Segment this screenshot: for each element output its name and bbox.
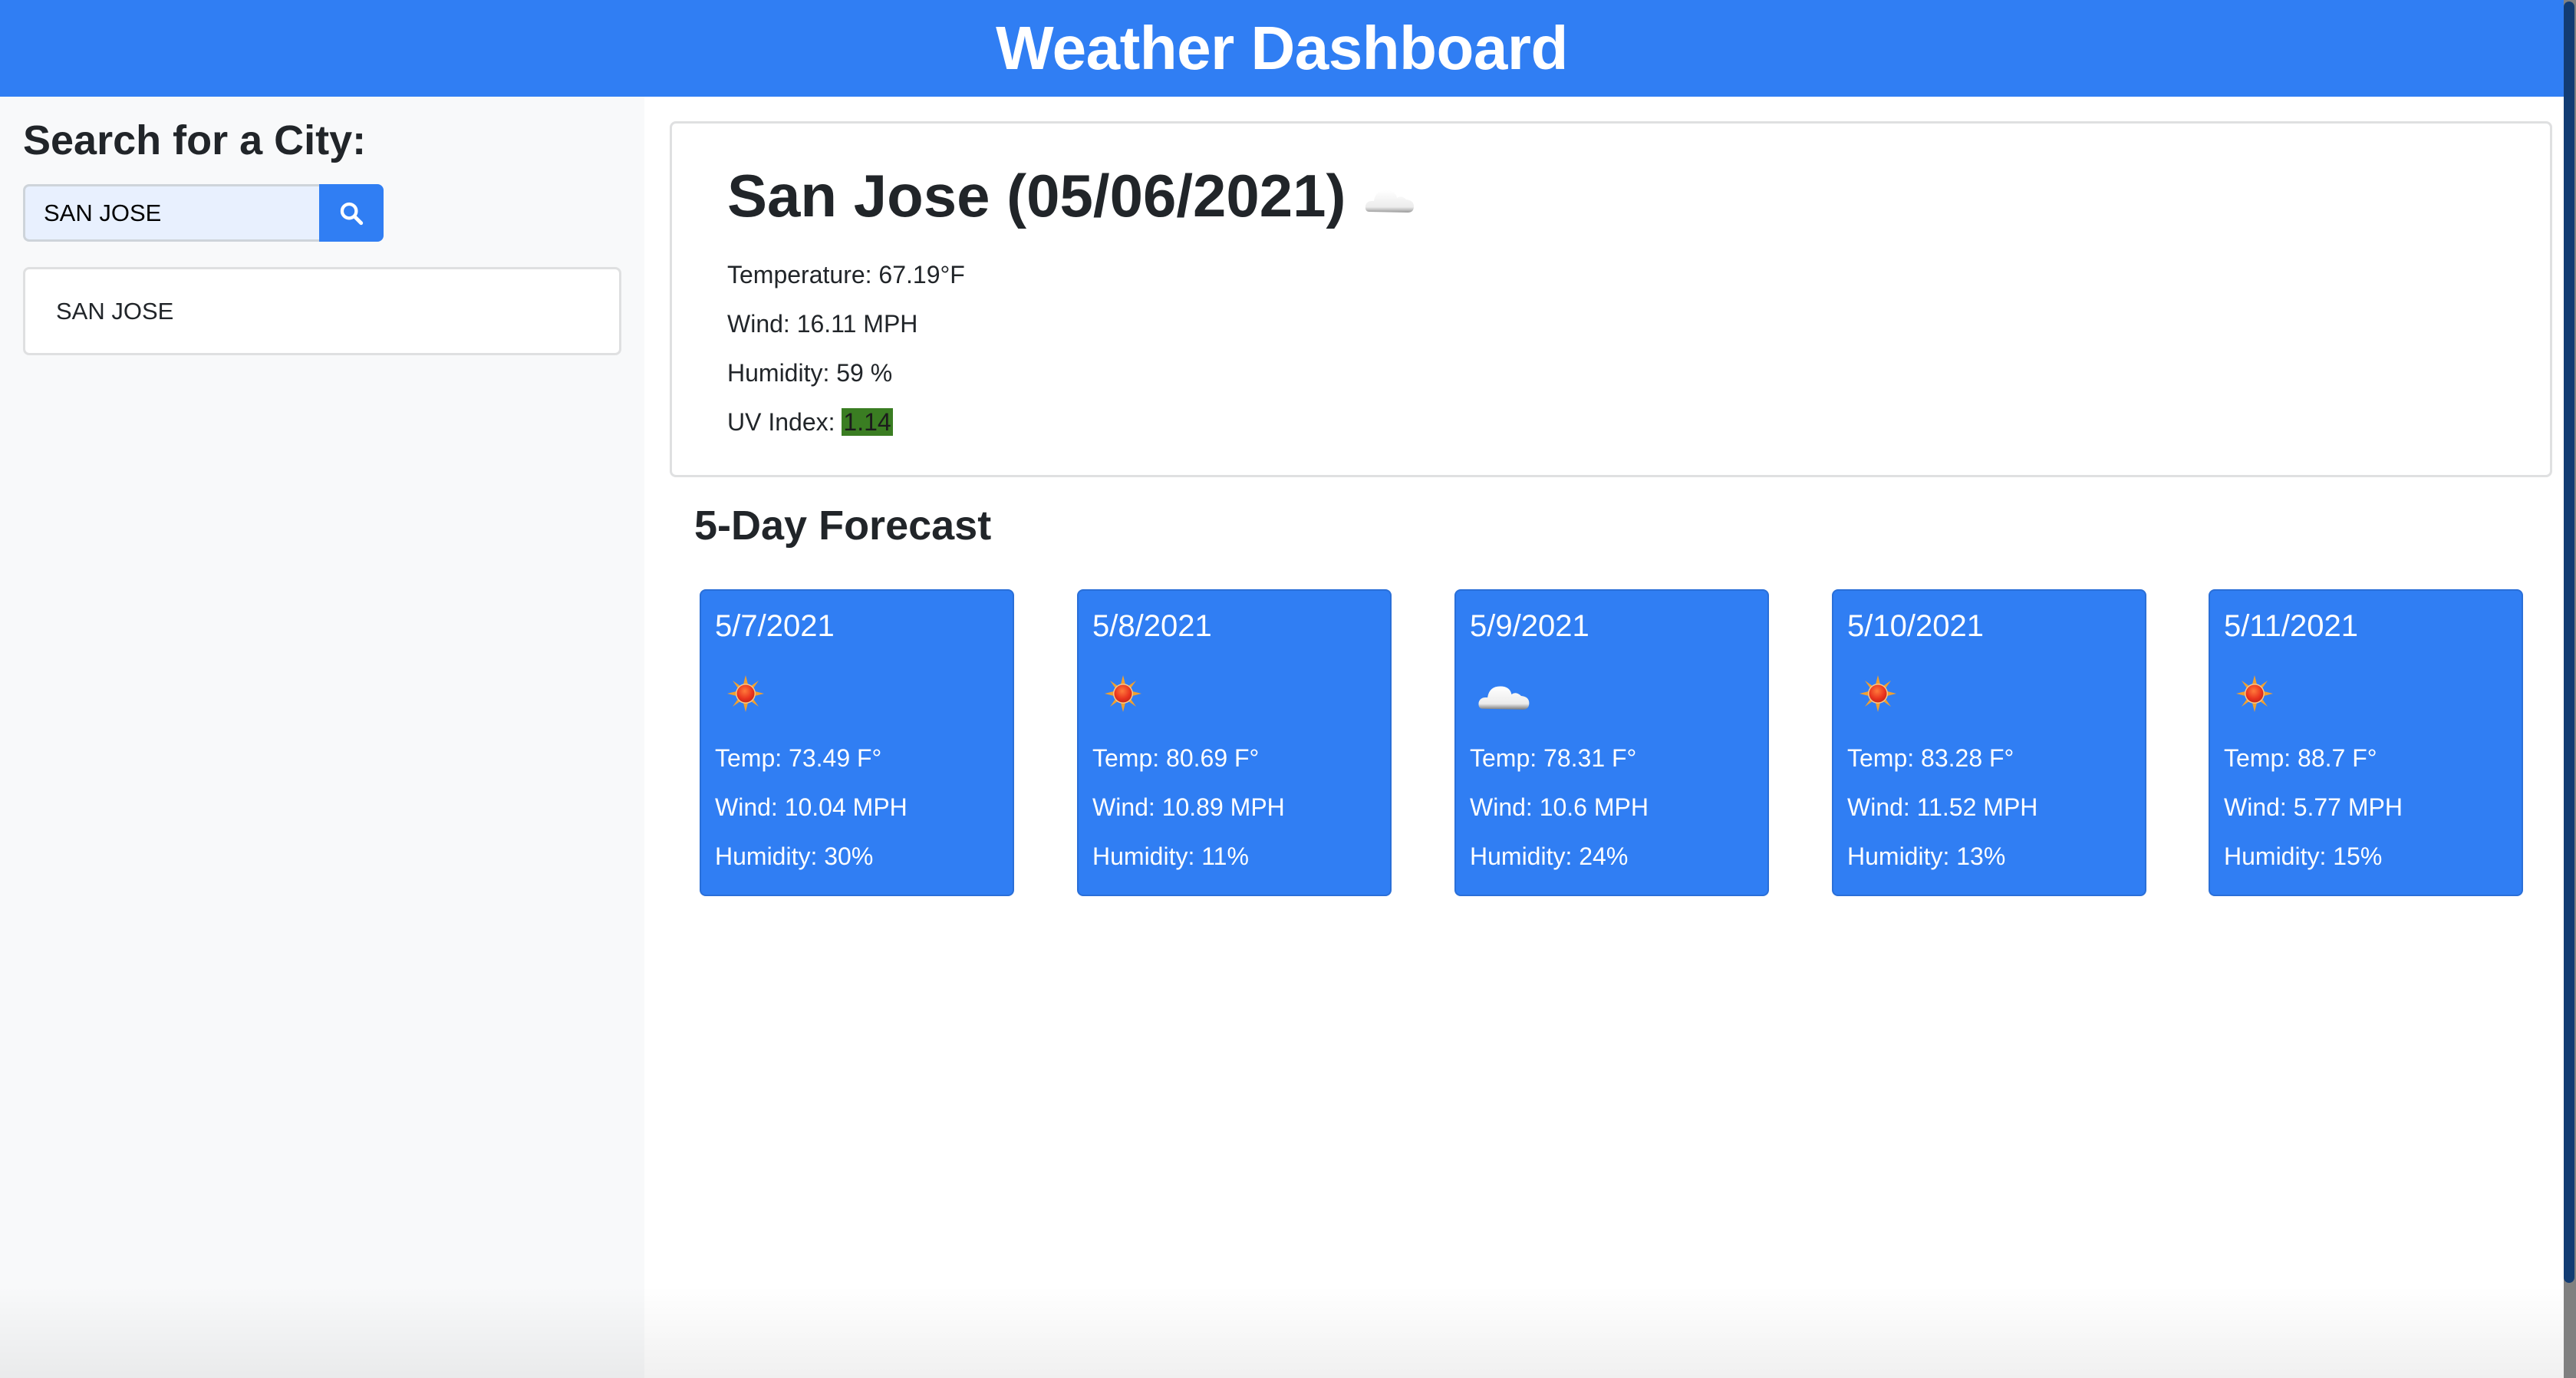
sun-icon	[726, 674, 766, 717]
search-icon	[340, 202, 364, 225]
main-content: San Jose (05/06/2021) Temperature: 67.19…	[644, 97, 2564, 1378]
forecast-temp: Temp: 88.7 F°	[2224, 744, 2377, 772]
cloud-icon	[1363, 160, 1417, 232]
forecast-humidity: Humidity: 30%	[715, 842, 874, 870]
sun-icon	[1858, 674, 1898, 717]
forecast-date: 5/8/2021	[1092, 609, 1212, 643]
uv-index-badge: 1.14	[842, 408, 893, 436]
forecast-card-1: 5/7/2021 Temp: 73.49 F° Wind: 10.04 MPH …	[700, 589, 1014, 896]
forecast-date: 5/9/2021	[1470, 609, 1589, 643]
forecast-humidity: Humidity: 15%	[2224, 842, 2383, 870]
city-date: San Jose (05/06/2021)	[727, 162, 1346, 229]
forecast-date: 5/11/2021	[2224, 609, 2358, 643]
forecast-card-5: 5/11/2021 Temp: 88.7 F° Wind: 5.77 MPH H…	[2209, 589, 2523, 896]
humidity-value: 59 %	[836, 359, 893, 387]
sun-icon	[2235, 674, 2275, 717]
app-title: Weather Dashboard	[996, 14, 1568, 82]
forecast-temp: Temp: 73.49 F°	[715, 744, 882, 772]
current-temperature: Temperature: 67.19°F	[727, 261, 965, 288]
forecast-card-3: 5/9/2021 Temp: 78.31 F° Wind: 10.6 MPH H…	[1454, 589, 1769, 896]
forecast-card-2: 5/8/2021 Temp: 80.69 F° Wind: 10.89 MPH …	[1077, 589, 1392, 896]
sidebar: Search for a City: SAN JOSE	[0, 97, 644, 1378]
forecast-date: 5/10/2021	[1847, 609, 1984, 643]
history-item-san-jose[interactable]: SAN JOSE	[23, 267, 621, 355]
forecast-temp: Temp: 78.31 F°	[1470, 744, 1637, 772]
current-wind: Wind: 16.11 MPH	[727, 310, 918, 338]
forecast-temp: Temp: 80.69 F°	[1092, 744, 1260, 772]
current-humidity: Humidity: 59 %	[727, 359, 893, 387]
forecast-humidity: Humidity: 13%	[1847, 842, 2006, 870]
cloud-icon	[1476, 677, 1533, 717]
history-item-label: SAN JOSE	[56, 297, 174, 325]
wind-value: 16.11 MPH	[796, 310, 918, 338]
current-uv-index: UV Index: 1.14	[727, 408, 893, 436]
search-button[interactable]	[319, 184, 384, 242]
current-weather-card: San Jose (05/06/2021) Temperature: 67.19…	[670, 121, 2552, 477]
forecast-date: 5/7/2021	[715, 609, 835, 643]
forecast-humidity: Humidity: 24%	[1470, 842, 1629, 870]
forecast-wind: Wind: 10.04 MPH	[715, 793, 908, 821]
forecast-humidity: Humidity: 11%	[1092, 842, 1249, 870]
forecast-wind: Wind: 5.77 MPH	[2224, 793, 2403, 821]
app-header: Weather Dashboard	[0, 0, 2564, 97]
scrollbar-thumb[interactable]	[2564, 2, 2574, 1283]
sun-icon	[1103, 674, 1143, 717]
forecast-wind: Wind: 11.52 MPH	[1847, 793, 2038, 821]
forecast-heading: 5-Day Forecast	[694, 503, 992, 549]
temperature-value: 67.19°F	[878, 261, 965, 288]
city-search-input[interactable]	[23, 184, 319, 242]
current-weather-title: San Jose (05/06/2021)	[727, 160, 1417, 232]
forecast-wind: Wind: 10.6 MPH	[1470, 793, 1649, 821]
forecast-temp: Temp: 83.28 F°	[1847, 744, 2014, 772]
search-heading: Search for a City:	[23, 117, 367, 163]
forecast-card-4: 5/10/2021 Temp: 83.28 F° Wind: 11.52 MPH…	[1832, 589, 2146, 896]
forecast-wind: Wind: 10.89 MPH	[1092, 793, 1285, 821]
